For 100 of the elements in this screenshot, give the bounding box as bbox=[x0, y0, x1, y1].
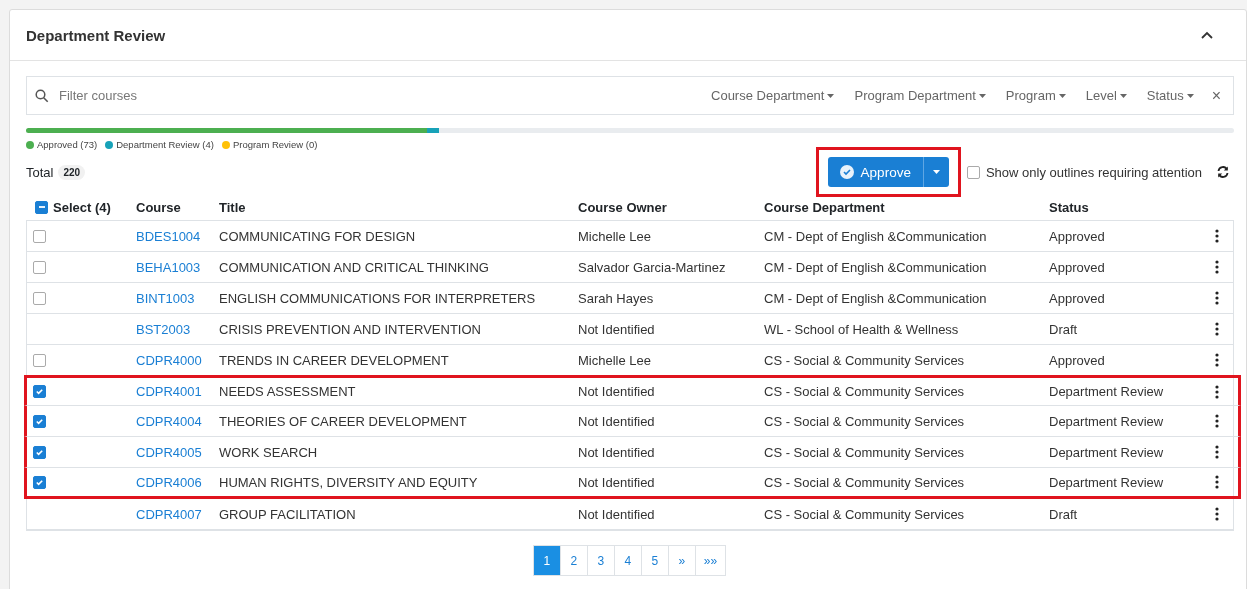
table-cell-text: Not Identified bbox=[577, 506, 656, 522]
row-checkbox[interactable] bbox=[33, 353, 46, 367]
filter-dropdown[interactable]: Status bbox=[1140, 88, 1200, 103]
dropdown-toggle[interactable] bbox=[922, 157, 949, 187]
row-checkbox[interactable] bbox=[33, 260, 46, 274]
checkbox[interactable] bbox=[966, 165, 980, 179]
total-count: 220 bbox=[58, 164, 86, 180]
course-link[interactable]: CDPR4007 bbox=[128, 506, 211, 522]
table-cell-text: Draft bbox=[1048, 506, 1079, 522]
caret-icon bbox=[827, 93, 835, 98]
more-icon[interactable] bbox=[1215, 322, 1219, 336]
table-cell-text: CS - Social & Community Services bbox=[763, 413, 966, 429]
table-cell-text: Not Identified bbox=[577, 413, 656, 429]
column-header: Course Department bbox=[763, 199, 886, 215]
course-link[interactable]: BDES1004 bbox=[128, 228, 211, 244]
more-icon[interactable] bbox=[1215, 507, 1219, 521]
approve-button[interactable]: Approve bbox=[827, 157, 923, 187]
page-button[interactable]: 3 bbox=[586, 545, 615, 576]
table-cell-text: Approved bbox=[1048, 352, 1106, 368]
table-cell-text: Approved bbox=[1048, 290, 1106, 306]
select-all-checkbox[interactable] bbox=[35, 200, 48, 214]
more-icon[interactable] bbox=[1215, 384, 1219, 399]
page-button[interactable]: » bbox=[667, 545, 696, 576]
more-icon[interactable] bbox=[1215, 353, 1219, 367]
table-cell-text: Michelle Lee bbox=[577, 352, 652, 368]
filter-dropdown[interactable]: Course Department bbox=[705, 88, 841, 103]
check-circle-icon bbox=[839, 165, 854, 179]
table-cell-text: CM - Dept of English &Communication bbox=[763, 290, 988, 306]
table-cell-text: Department Review bbox=[1048, 384, 1165, 399]
filter-dropdown[interactable]: Level bbox=[1079, 88, 1133, 103]
row-checkbox[interactable] bbox=[33, 475, 46, 489]
check-icon bbox=[35, 447, 44, 457]
course-link[interactable]: CDPR4001 bbox=[128, 384, 211, 399]
row-checkbox[interactable] bbox=[33, 229, 46, 243]
page-button[interactable]: 5 bbox=[640, 545, 669, 576]
page-button[interactable]: 1 bbox=[532, 545, 561, 576]
refresh-icon[interactable] bbox=[1216, 165, 1230, 179]
page-button[interactable]: 2 bbox=[559, 545, 588, 576]
course-link[interactable]: BEHA1003 bbox=[128, 259, 211, 275]
course-link[interactable]: CDPR4004 bbox=[128, 413, 211, 429]
column-header: Status bbox=[1048, 199, 1090, 215]
more-icon[interactable] bbox=[1215, 229, 1219, 243]
more-icon[interactable] bbox=[1215, 260, 1219, 274]
caret-icon bbox=[932, 170, 940, 174]
table-cell-text: COMMUNICATION AND CRITICAL THINKING bbox=[218, 259, 490, 275]
row-checkbox[interactable] bbox=[33, 385, 46, 398]
table-cell-text: CM - Dept of English &Communication bbox=[763, 228, 988, 244]
course-link[interactable]: CDPR4006 bbox=[128, 474, 211, 490]
caret-icon bbox=[1186, 93, 1194, 98]
table-cell-text: TRENDS IN CAREER DEVELOPMENT bbox=[218, 352, 450, 368]
search-icon bbox=[35, 88, 49, 103]
caret-icon bbox=[1119, 93, 1127, 98]
check-icon bbox=[35, 416, 44, 426]
table-cell-text: Department Review bbox=[1048, 474, 1165, 490]
table-cell-text: Not Identified bbox=[577, 321, 656, 337]
caret-icon bbox=[978, 93, 986, 98]
row-checkbox[interactable] bbox=[33, 414, 46, 428]
table-cell-text: Salvador Garcia-Martinez bbox=[577, 259, 727, 275]
table-cell-text: CS - Social & Community Services bbox=[763, 474, 966, 490]
page-button[interactable]: 4 bbox=[613, 545, 642, 576]
table-cell-text: Department Review bbox=[1048, 444, 1165, 460]
table-cell-text: CM - Dept of English &Communication bbox=[763, 259, 988, 275]
table-cell-text: Sarah Hayes bbox=[577, 290, 655, 306]
legend-label: Program Review (0) bbox=[232, 139, 318, 150]
legend-label: Approved (73) bbox=[37, 139, 98, 150]
course-link[interactable]: BINT1003 bbox=[128, 290, 211, 306]
check-icon bbox=[35, 387, 44, 396]
column-header: Course bbox=[135, 199, 182, 215]
course-link[interactable]: BST2003 bbox=[128, 321, 211, 337]
total-label: Total bbox=[26, 164, 54, 180]
table-cell-text: Not Identified bbox=[577, 474, 656, 490]
table-cell-text: THEORIES OF CAREER DEVELOPMENT bbox=[218, 413, 468, 429]
legend-label: Department Review (4) bbox=[116, 139, 214, 150]
table-cell-text: CS - Social & Community Services bbox=[763, 506, 966, 522]
more-icon[interactable] bbox=[1215, 414, 1219, 428]
column-header: Select (4) bbox=[53, 199, 111, 215]
table-cell-text: Approved bbox=[1048, 259, 1106, 275]
table-cell-text: HUMAN RIGHTS, DIVERSITY AND EQUITY bbox=[218, 474, 479, 490]
more-icon[interactable] bbox=[1215, 445, 1219, 459]
table-cell-text: NEEDS ASSESSMENT bbox=[218, 384, 357, 399]
row-checkbox[interactable] bbox=[33, 291, 46, 305]
row-checkbox[interactable] bbox=[33, 445, 46, 459]
close-button[interactable]: × bbox=[1207, 86, 1225, 105]
filter-dropdown[interactable]: Program bbox=[999, 88, 1072, 103]
course-link[interactable]: CDPR4005 bbox=[128, 444, 211, 460]
column-header: Course Owner bbox=[577, 199, 668, 215]
table-cell-text: COMMUNICATING FOR DESIGN bbox=[218, 228, 417, 244]
more-icon[interactable] bbox=[1215, 291, 1219, 305]
page-button[interactable]: »» bbox=[694, 545, 727, 576]
table-cell-text: Draft bbox=[1048, 321, 1079, 337]
course-link[interactable]: CDPR4000 bbox=[128, 352, 211, 368]
panel-title: Department Review bbox=[26, 26, 166, 44]
table-cell-text: Not Identified bbox=[577, 444, 656, 460]
table-cell-text: Not Identified bbox=[577, 384, 656, 399]
filter-dropdown[interactable]: Program Department bbox=[848, 88, 992, 103]
table-cell-text: GROUP FACILITATION bbox=[218, 506, 357, 522]
minus-icon bbox=[37, 203, 46, 211]
more-icon[interactable] bbox=[1215, 475, 1219, 489]
check-icon bbox=[35, 477, 44, 487]
table-cell-text: WL - School of Health & Wellness bbox=[763, 321, 960, 337]
